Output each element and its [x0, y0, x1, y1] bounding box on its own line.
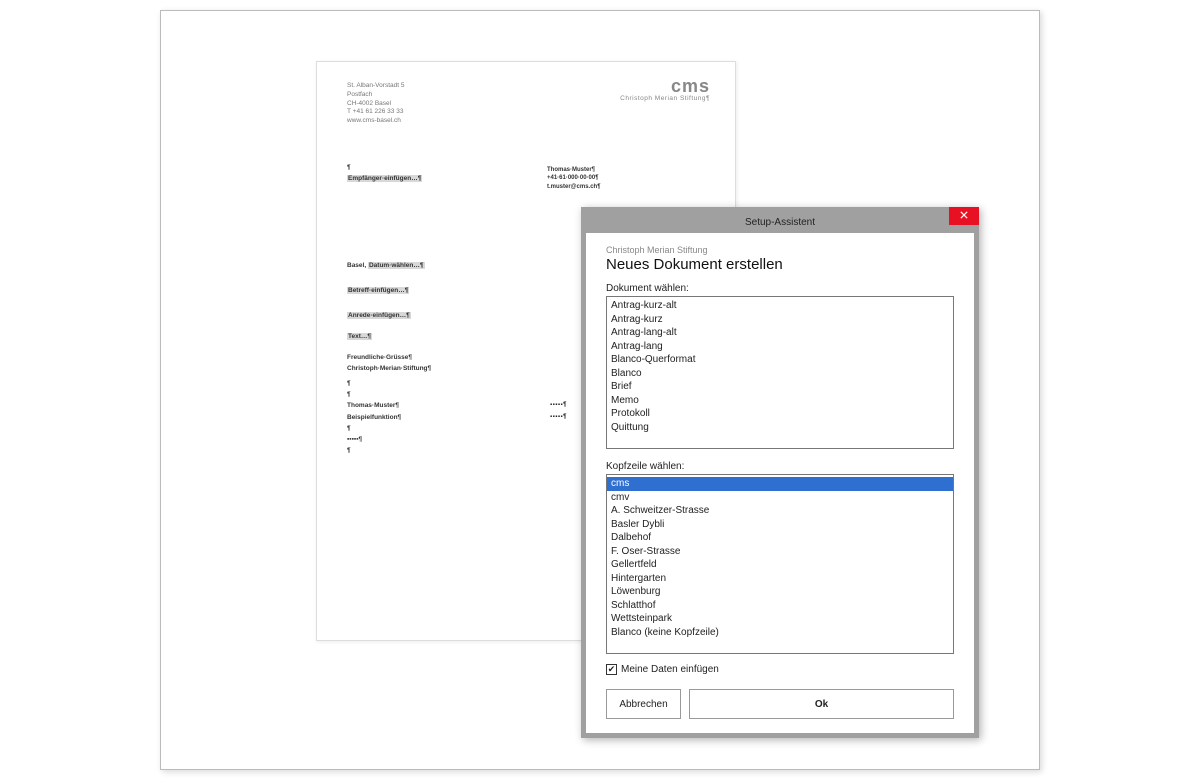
- insert-my-data-label: Meine Daten einfügen: [621, 664, 719, 675]
- header-option[interactable]: A. Schweitzer-Strasse: [607, 504, 953, 518]
- outer-frame: St. Alban-Vorstadt 5 Postfach CH-4002 Ba…: [160, 10, 1040, 770]
- button-row: Abbrechen Ok: [606, 689, 954, 719]
- header-option[interactable]: Gellertfeld: [607, 558, 953, 572]
- greeting: Freundliche·Grüsse¶: [347, 352, 607, 363]
- header-option[interactable]: Wettsteinpark: [607, 612, 953, 626]
- subject-placeholder[interactable]: Betreff·einfügen…¶: [347, 287, 409, 294]
- document-option[interactable]: Protokoll: [607, 407, 953, 421]
- document-select-label: Dokument wählen:: [606, 283, 954, 294]
- header-option[interactable]: Löwenburg: [607, 585, 953, 599]
- dots-placeholder: ▪▪▪▪▪¶: [550, 400, 567, 410]
- dialog-body: Christoph Merian Stiftung Neues Dokument…: [586, 233, 974, 733]
- close-icon: [960, 210, 968, 221]
- sig-name: Thomas·Muster¶: [347, 402, 399, 409]
- document-option[interactable]: Antrag-lang-alt: [607, 326, 953, 340]
- logo-subtitle: Christoph Merian Stiftung¶: [620, 95, 710, 102]
- date-city: Basel,: [347, 262, 368, 269]
- text-placeholder[interactable]: Text…¶: [347, 333, 372, 340]
- document-option[interactable]: Antrag-kurz-alt: [607, 299, 953, 313]
- pilcrow: ¶: [347, 162, 607, 173]
- document-option[interactable]: Antrag-kurz: [607, 313, 953, 327]
- date-line: Basel, Datum·wählen…¶: [347, 260, 607, 271]
- dialog-title: Setup-Assistent: [745, 217, 815, 228]
- header-option[interactable]: Hintergarten: [607, 572, 953, 586]
- document-option[interactable]: Memo: [607, 394, 953, 408]
- document-option[interactable]: Blanco-Querformat: [607, 353, 953, 367]
- dialog-heading: Neues Dokument erstellen: [606, 256, 954, 273]
- dialog-org: Christoph Merian Stiftung: [606, 245, 954, 255]
- salutation-placeholder[interactable]: Anrede·einfügen…¶: [347, 312, 411, 319]
- dots-placeholder: ▪▪▪▪▪¶: [347, 434, 607, 445]
- recipient-placeholder[interactable]: Empfänger·einfügen…¶: [347, 175, 422, 182]
- header-listbox[interactable]: cmscmvA. Schweitzer-StrasseBasler DybliD…: [606, 474, 954, 654]
- date-placeholder[interactable]: Datum·wählen…¶: [368, 262, 425, 269]
- document-listbox[interactable]: Antrag-kurz-altAntrag-kurzAntrag-lang-al…: [606, 296, 954, 449]
- header-option[interactable]: Blanco (keine Kopfzeile): [607, 626, 953, 640]
- header-option[interactable]: cmv: [607, 491, 953, 505]
- logo-text: cms: [620, 77, 710, 95]
- sender-address: St. Alban-Vorstadt 5 Postfach CH-4002 Ba…: [347, 82, 404, 126]
- logo: cms Christoph Merian Stiftung¶: [620, 77, 710, 102]
- header-option[interactable]: Basler Dybli: [607, 518, 953, 532]
- pilcrow: ¶: [347, 423, 607, 434]
- sender-line: www.cms-basel.ch: [347, 117, 404, 126]
- document-option[interactable]: Blanco: [607, 367, 953, 381]
- document-option[interactable]: Antrag-lang: [607, 340, 953, 354]
- sender-line: T +41 61 226 33 33: [347, 108, 404, 117]
- document-option[interactable]: Brief: [607, 380, 953, 394]
- checkbox-icon[interactable]: ✔: [606, 664, 617, 675]
- dots-placeholder: ▪▪▪▪▪¶: [550, 412, 567, 422]
- sender-line: Postfach: [347, 91, 404, 100]
- pilcrow: ¶: [347, 378, 607, 389]
- pilcrow: ¶: [347, 389, 607, 400]
- ok-button[interactable]: Ok: [689, 689, 954, 719]
- setup-assistant-dialog: Setup-Assistent Christoph Merian Stiftun…: [581, 207, 979, 738]
- header-option[interactable]: F. Oser-Strasse: [607, 545, 953, 559]
- letter-body: ¶ Empfänger·einfügen…¶ Basel, Datum·wähl…: [347, 162, 607, 456]
- header-option[interactable]: Dalbehof: [607, 531, 953, 545]
- sig-function: Beispielfunktion¶: [347, 414, 401, 421]
- document-option[interactable]: Quittung: [607, 421, 953, 435]
- pilcrow: ¶: [347, 445, 607, 456]
- sender-line: St. Alban-Vorstadt 5: [347, 82, 404, 91]
- header-select-label: Kopfzeile wählen:: [606, 461, 954, 472]
- cancel-button[interactable]: Abbrechen: [606, 689, 681, 719]
- header-option[interactable]: Schlatthof: [607, 599, 953, 613]
- insert-my-data-row[interactable]: ✔ Meine Daten einfügen: [606, 664, 954, 675]
- org-line: Christoph·Merian·Stiftung¶: [347, 363, 607, 374]
- sender-line: CH-4002 Basel: [347, 100, 404, 109]
- header-option[interactable]: cms: [607, 477, 953, 491]
- dialog-titlebar[interactable]: Setup-Assistent: [586, 212, 974, 233]
- close-button[interactable]: [949, 207, 979, 225]
